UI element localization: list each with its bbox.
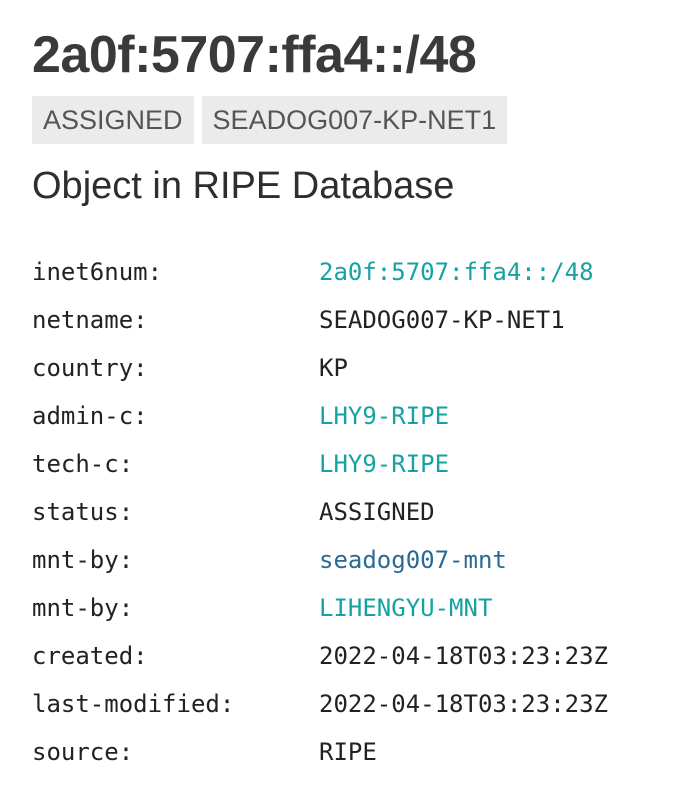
page-title: 2a0f:5707:ffa4::/48 (32, 26, 477, 84)
record-value: SEADOG007-KP-NET1 (319, 306, 565, 334)
record-row-tech-c: tech-c: LHY9-RIPE (32, 440, 682, 488)
record-row-last-modified: last-modified: 2022-04-18T03:23:23Z (32, 680, 682, 728)
record-value: RIPE (319, 738, 377, 766)
record-row-netname: netname: SEADOG007-KP-NET1 (32, 296, 682, 344)
record-row-status: status: ASSIGNED (32, 488, 682, 536)
section-title: Object in RIPE Database (32, 165, 455, 207)
record-value: 2022-04-18T03:23:23Z (319, 690, 608, 718)
record-row-created: created: 2022-04-18T03:23:23Z (32, 632, 682, 680)
record-key: mnt-by: (32, 546, 134, 574)
record-row-inet6num: inet6num: 2a0f:5707:ffa4::/48 (32, 248, 682, 296)
record-key: country: (32, 354, 148, 382)
mnt-by-link[interactable]: seadog007-mnt (319, 536, 507, 584)
record-key: last-modified: (32, 690, 235, 718)
record-row-admin-c: admin-c: LHY9-RIPE (32, 392, 682, 440)
admin-c-link[interactable]: LHY9-RIPE (319, 392, 449, 440)
record-key: created: (32, 642, 148, 670)
whois-record: inet6num: 2a0f:5707:ffa4::/48 netname: S… (32, 248, 682, 776)
tech-c-link[interactable]: LHY9-RIPE (319, 440, 449, 488)
tag-list: ASSIGNED SEADOG007-KP-NET1 (32, 96, 508, 144)
record-row-mnt-by-2: mnt-by: LIHENGYU-MNT (32, 584, 682, 632)
record-value: ASSIGNED (319, 498, 435, 526)
record-key: mnt-by: (32, 594, 134, 622)
record-value: 2022-04-18T03:23:23Z (319, 642, 608, 670)
status-tag: ASSIGNED (32, 96, 194, 144)
record-key: inet6num: (32, 258, 163, 286)
mnt-by-link[interactable]: LIHENGYU-MNT (319, 584, 492, 632)
record-row-source: source: RIPE (32, 728, 682, 776)
record-row-country: country: KP (32, 344, 682, 392)
record-key: admin-c: (32, 402, 148, 430)
record-key: source: (32, 738, 134, 766)
record-key: netname: (32, 306, 148, 334)
record-value: KP (319, 354, 348, 382)
inet6num-link[interactable]: 2a0f:5707:ffa4::/48 (319, 248, 594, 296)
netname-tag: SEADOG007-KP-NET1 (201, 96, 508, 144)
record-key: status: (32, 498, 134, 526)
record-row-mnt-by-1: mnt-by: seadog007-mnt (32, 536, 682, 584)
record-key: tech-c: (32, 450, 134, 478)
